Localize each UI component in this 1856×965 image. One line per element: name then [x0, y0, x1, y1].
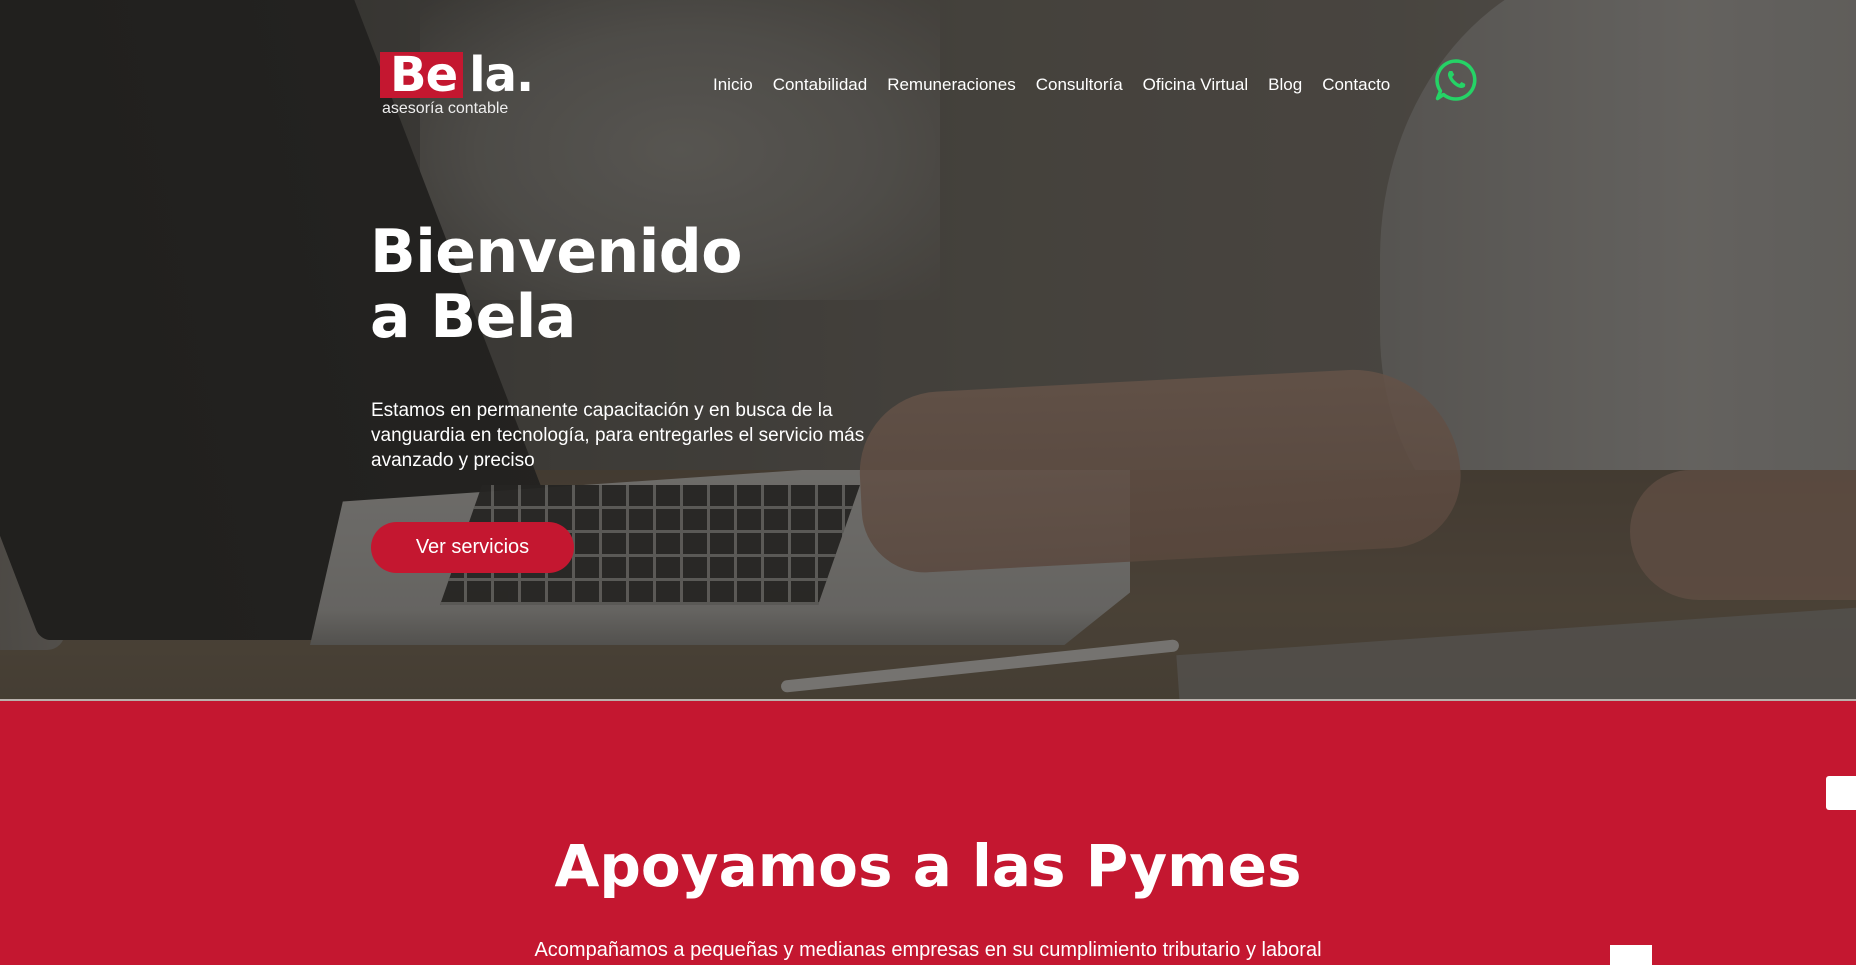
pymes-section: Apoyamos a las Pymes Acompañamos a peque…: [0, 701, 1856, 965]
logo-la: la.: [469, 47, 534, 103]
nav-item-oficina-virtual[interactable]: Oficina Virtual: [1143, 74, 1249, 96]
floating-widget[interactable]: [1610, 945, 1652, 965]
logo-wordmark: Be la.: [380, 47, 534, 103]
logo-be: Be: [380, 51, 464, 99]
nav-item-inicio[interactable]: Inicio: [713, 74, 753, 96]
hero-description: Estamos en permanente capacitación y en …: [371, 400, 865, 471]
site-header: Be la. asesoría contable Inicio Contabili…: [0, 0, 1856, 140]
site-logo[interactable]: Be la. asesoría contable: [380, 48, 540, 124]
hero-title: Bienvenido a Bela: [370, 220, 930, 350]
hero-content: Bienvenido a Bela Estamos en permanente …: [370, 220, 930, 573]
nav-item-contacto[interactable]: Contacto: [1322, 74, 1390, 96]
nav-item-contabilidad[interactable]: Contabilidad: [773, 74, 868, 96]
hero-title-line2: a Bela: [370, 282, 576, 352]
nav-item-remuneraciones[interactable]: Remuneraciones: [887, 74, 1016, 96]
logo-tagline: asesoría contable: [382, 100, 509, 117]
pymes-title: Apoyamos a las Pymes: [554, 832, 1302, 900]
ver-servicios-button[interactable]: Ver servicios: [371, 522, 574, 573]
nav-item-blog[interactable]: Blog: [1268, 74, 1302, 96]
side-floating-tab[interactable]: [1826, 776, 1856, 810]
hero-title-line1: Bienvenido: [370, 217, 742, 287]
whatsapp-icon[interactable]: [1434, 58, 1478, 102]
main-nav: Inicio Contabilidad Remuneraciones Consu…: [713, 74, 1410, 96]
nav-item-consultoria[interactable]: Consultoría: [1036, 74, 1123, 96]
hero-section: Be la. asesoría contable Inicio Contabili…: [0, 0, 1856, 700]
